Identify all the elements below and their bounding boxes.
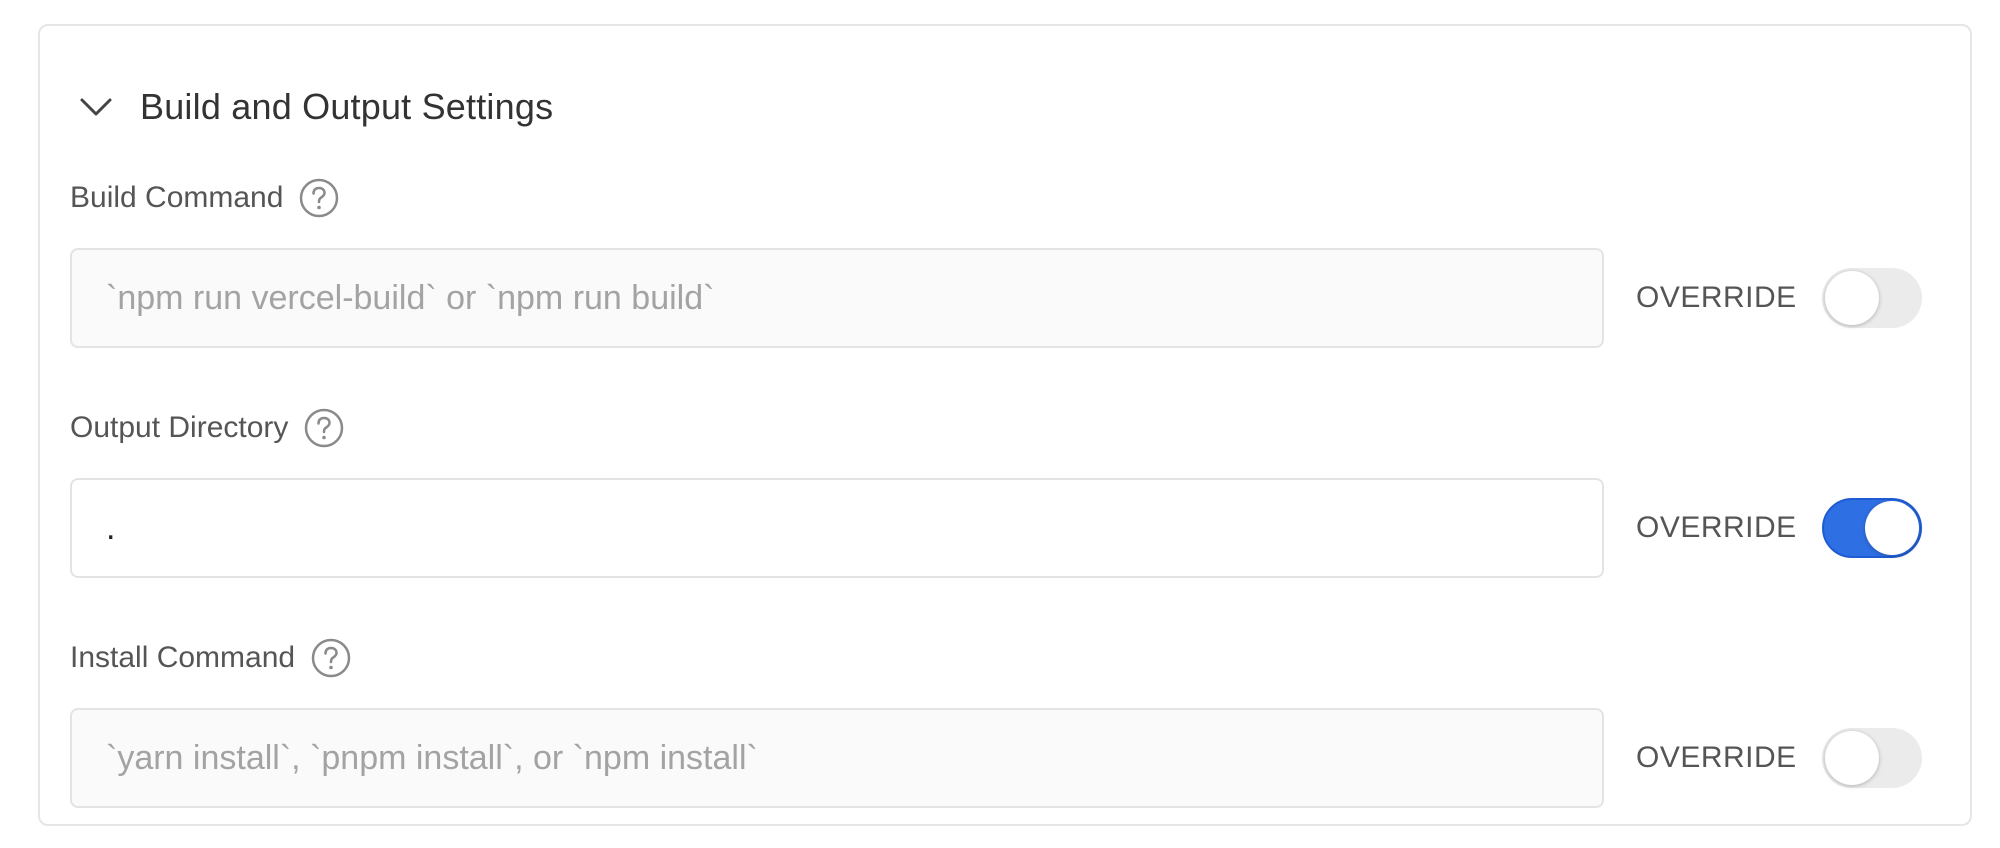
output-directory-input[interactable] bbox=[70, 478, 1604, 578]
output-directory-field: Output Directory OVERRIDE bbox=[70, 406, 1950, 578]
toggle-knob bbox=[1825, 731, 1879, 785]
section-title: Build and Output Settings bbox=[140, 86, 554, 127]
section-header-toggle[interactable]: Build and Output Settings bbox=[78, 62, 553, 152]
chevron-down-icon bbox=[78, 89, 114, 125]
help-icon[interactable] bbox=[304, 408, 344, 448]
help-icon[interactable] bbox=[299, 178, 339, 218]
toggle-knob bbox=[1865, 501, 1919, 555]
build-output-settings-panel: Build and Output Settings Build Command … bbox=[38, 24, 1972, 826]
install-command-override-toggle[interactable] bbox=[1822, 728, 1922, 788]
build-command-input[interactable] bbox=[70, 248, 1604, 348]
output-directory-override-toggle[interactable] bbox=[1822, 498, 1922, 558]
help-icon[interactable] bbox=[311, 638, 351, 678]
install-command-field: Install Command OVERRIDE bbox=[70, 636, 1950, 808]
output-directory-label: Output Directory bbox=[70, 411, 289, 444]
output-directory-override-label: OVERRIDE bbox=[1636, 511, 1797, 544]
toggle-knob bbox=[1825, 271, 1879, 325]
build-command-label: Build Command bbox=[70, 181, 284, 214]
build-command-override-toggle[interactable] bbox=[1822, 268, 1922, 328]
build-command-field: Build Command OVERRIDE bbox=[70, 176, 1950, 348]
build-command-override-label: OVERRIDE bbox=[1636, 281, 1797, 314]
install-command-input[interactable] bbox=[70, 708, 1604, 808]
install-command-label: Install Command bbox=[70, 641, 296, 674]
install-command-override-label: OVERRIDE bbox=[1636, 741, 1797, 774]
